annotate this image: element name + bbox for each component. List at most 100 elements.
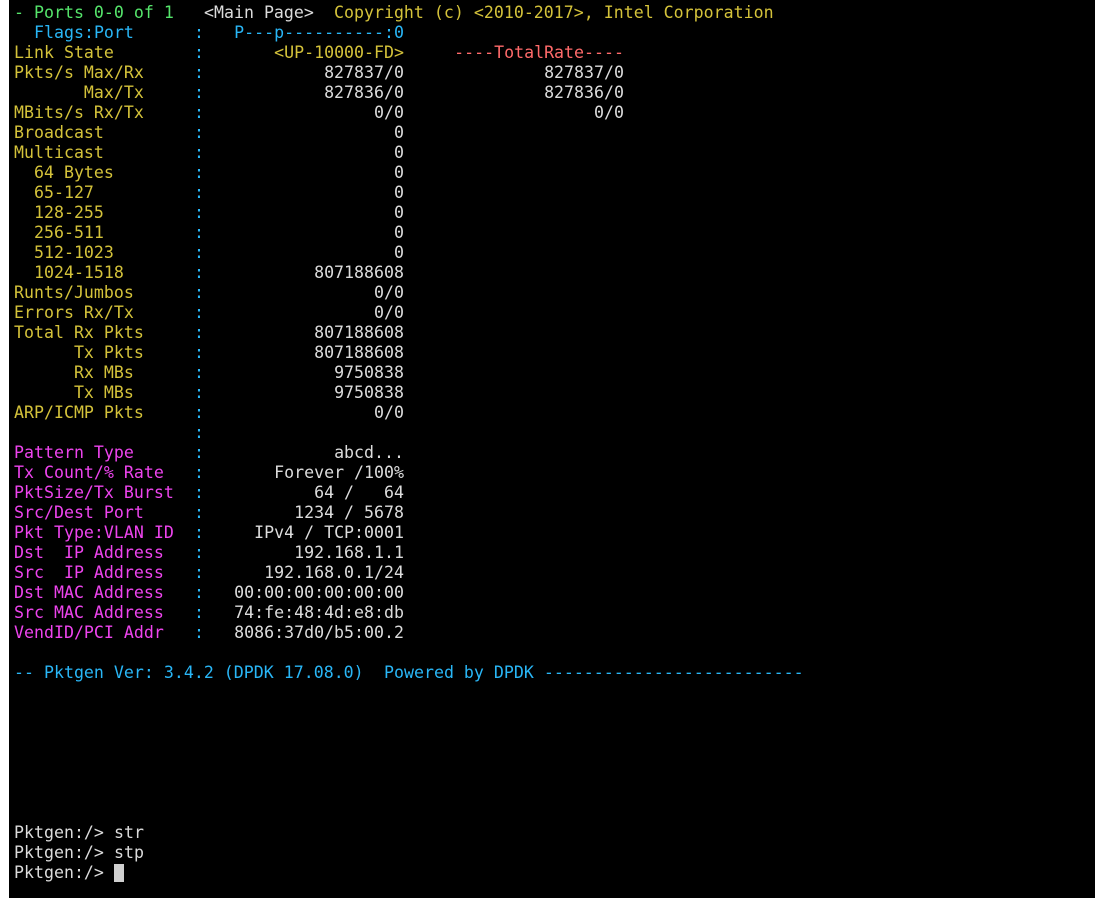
- stat-row: 1024-1518: 807188608: [14, 263, 1084, 283]
- config-label: Src/Dest Port: [14, 503, 144, 522]
- stat-row: MBits/s Rx/Tx: 0/0 0/0: [14, 103, 1084, 123]
- stat-value: 9750838: [334, 383, 404, 402]
- stat-row: Rx MBs: 9750838: [14, 363, 1084, 383]
- separator-colon: :: [194, 563, 204, 582]
- stat-value: 807188608: [314, 263, 404, 282]
- stat-row: ARP/ICMP Pkts: 0/0: [14, 403, 1084, 423]
- current-prompt-line[interactable]: Pktgen:/>: [14, 863, 1084, 883]
- config-label: Pkt Type:VLAN ID: [14, 523, 174, 542]
- config-value: 64 / 64: [314, 483, 404, 502]
- version-text: -- Pktgen Ver: 3.4.2 (DPDK 17.08.0): [14, 663, 364, 682]
- stat-row: 65-127: 0: [14, 183, 1084, 203]
- stat-value: 0: [394, 183, 404, 202]
- page-title: <Main Page>: [204, 3, 314, 22]
- blank-line: :: [14, 423, 1084, 443]
- stat-row: Runts/Jumbos: 0/0: [14, 283, 1084, 303]
- text-cursor: [114, 864, 124, 882]
- separator-colon: :: [194, 383, 204, 402]
- stat-label: 65-127: [14, 183, 94, 202]
- separator-colon: :: [194, 263, 204, 282]
- copyright-text: Copyright (c) <2010-2017>, Intel Corpora…: [334, 3, 774, 22]
- flags-label: Flags:Port: [34, 23, 134, 42]
- separator-colon: :: [194, 543, 204, 562]
- stat-label: 256-511: [14, 223, 104, 242]
- link-state-line: Link State: <UP-10000-FD> ----TotalRate---…: [14, 43, 1084, 63]
- stat-row: Pkts/s Max/Rx: 827837/0 827837/0: [14, 63, 1084, 83]
- ports-status: - Ports 0-0 of 1: [14, 3, 174, 22]
- stat-value: 0: [394, 223, 404, 242]
- separator-colon: :: [194, 303, 204, 322]
- separator-colon: :: [194, 163, 204, 182]
- stat-row: Max/Tx: 827836/0 827836/0: [14, 83, 1084, 103]
- config-value: IPv4 / TCP:0001: [254, 523, 404, 542]
- separator-colon: :: [194, 243, 204, 262]
- stat-label: Broadcast: [14, 123, 104, 142]
- config-value: 8086:37d0/b5:00.2: [234, 623, 404, 642]
- config-label: Dst IP Address: [14, 543, 164, 562]
- stat-value: 0: [394, 243, 404, 262]
- stat-value: 807188608: [314, 323, 404, 342]
- stat-row: Tx Pkts: 807188608: [14, 343, 1084, 363]
- config-label: Tx Count/% Rate: [14, 463, 164, 482]
- separator-colon: :: [194, 23, 204, 42]
- stat-label: Tx MBs: [14, 383, 134, 402]
- footer-line: -- Pktgen Ver: 3.4.2 (DPDK 17.08.0) Power…: [14, 663, 1084, 683]
- separator-colon: :: [194, 523, 204, 542]
- config-label: Dst MAC Address: [14, 583, 164, 602]
- config-label: VendID/PCI Addr: [14, 623, 164, 642]
- config-value: abcd...: [334, 443, 404, 462]
- command-text: str: [114, 823, 144, 842]
- stat-row: 512-1023: 0: [14, 243, 1084, 263]
- separator-colon: :: [194, 123, 204, 142]
- link-state-label: Link State: [14, 43, 114, 62]
- stat-value: 0/0: [374, 283, 404, 302]
- separator-colon: :: [194, 603, 204, 622]
- separator-colon: :: [194, 143, 204, 162]
- command-history-line: Pktgen:/> stp: [14, 843, 1084, 863]
- config-row: Tx Count/% Rate: Forever /100%: [14, 463, 1084, 483]
- stat-row: Multicast: 0: [14, 143, 1084, 163]
- terminal-window[interactable]: - Ports 0-0 of 1 <Main Page> Copyright (c)…: [9, 0, 1095, 898]
- separator-colon: :: [194, 43, 204, 62]
- separator-colon: :: [194, 363, 204, 382]
- separator-colon: :: [194, 423, 204, 442]
- config-label: Src MAC Address: [14, 603, 164, 622]
- separator-colon: :: [194, 583, 204, 602]
- stat-value: 0/0: [374, 303, 404, 322]
- config-row: Src IP Address: 192.168.0.1/24: [14, 563, 1084, 583]
- stat-value: 0/0: [374, 403, 404, 422]
- stat-label: 512-1023: [14, 243, 114, 262]
- flags-value: P---p----------:0: [234, 23, 404, 42]
- config-row: Dst IP Address: 192.168.1.1: [14, 543, 1084, 563]
- stat-total: 827836/0: [544, 83, 624, 102]
- prompt-text: Pktgen:/>: [14, 863, 104, 882]
- stat-total: 827837/0: [544, 63, 624, 82]
- stat-row: Errors Rx/Tx: 0/0: [14, 303, 1084, 323]
- stat-label: Rx MBs: [14, 363, 134, 382]
- stat-label: Runts/Jumbos: [14, 283, 134, 302]
- stat-row: 128-255: 0: [14, 203, 1084, 223]
- stat-value: 827837/0: [324, 63, 404, 82]
- stat-value: 0: [394, 123, 404, 142]
- config-row: Src MAC Address: 74:fe:48:4d:e8:db: [14, 603, 1084, 623]
- stat-label: Errors Rx/Tx: [14, 303, 134, 322]
- config-row: PktSize/Tx Burst: 64 / 64: [14, 483, 1084, 503]
- separator-colon: :: [194, 103, 204, 122]
- powered-by-text: Powered by DPDK ------------------------…: [384, 663, 804, 682]
- stat-label: 1024-1518: [14, 263, 124, 282]
- stat-label: Total Rx Pkts: [14, 323, 144, 342]
- stat-row: Broadcast: 0: [14, 123, 1084, 143]
- stat-row: 256-511: 0: [14, 223, 1084, 243]
- separator-colon: :: [194, 623, 204, 642]
- header-line: - Ports 0-0 of 1 <Main Page> Copyright (c)…: [14, 3, 1084, 23]
- stat-value: 0: [394, 143, 404, 162]
- config-value: 74:fe:48:4d:e8:db: [234, 603, 404, 622]
- stat-label: Tx Pkts: [14, 343, 144, 362]
- stat-label: Multicast: [14, 143, 104, 162]
- separator-colon: :: [194, 483, 204, 502]
- stat-value: 0: [394, 163, 404, 182]
- stat-label: 128-255: [14, 203, 104, 222]
- stat-label: MBits/s Rx/Tx: [14, 103, 144, 122]
- stat-label: 64 Bytes: [14, 163, 114, 182]
- stat-row: Total Rx Pkts: 807188608: [14, 323, 1084, 343]
